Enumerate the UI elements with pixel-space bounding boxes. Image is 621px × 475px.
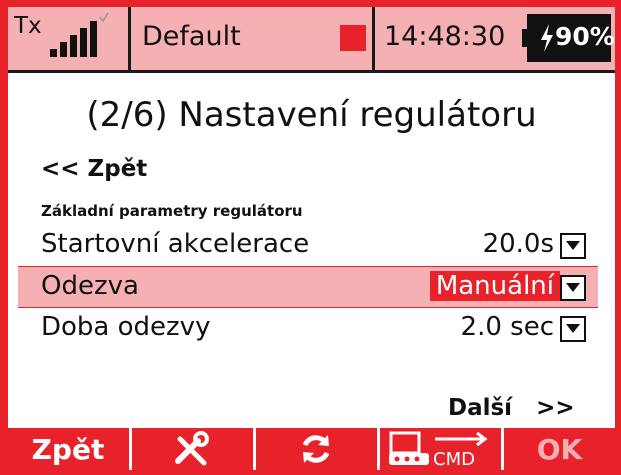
cmd-button[interactable]: CMD [380,428,500,470]
battery-indicator: 90% [527,14,615,62]
battery-charge-icon [541,24,553,52]
model-name[interactable]: Default [142,21,241,52]
setting-value: 2.0 sec [460,312,554,342]
cmd-label: CMD [433,449,475,469]
battery-percent: 90% [555,22,615,51]
setting-value: Manuální [429,271,560,301]
status-square-icon [340,25,366,51]
dropdown-arrow-icon[interactable] [560,233,586,259]
page-title: (2/6) Nastavení regulátoru [86,95,537,135]
refresh-button[interactable] [256,428,376,470]
screen-frame: Tx Default 14:48:30 90% (2/6) Nastavení … [8,7,615,470]
setting-row-response[interactable]: Odezva Manuální [18,266,598,308]
clock-time: 14:48:30 [384,21,506,52]
setting-label: Odezva [41,271,139,301]
setting-row-response-time[interactable]: Doba odezvy 2.0 sec [18,308,598,348]
setting-label: Startovní akcelerace [41,229,310,259]
dropdown-arrow-icon[interactable] [560,275,586,301]
status-separator [128,7,131,70]
back-button-label: Zpět [31,432,105,466]
refresh-icon [302,435,330,463]
section-label: Základní parametry regulátoru [41,202,303,220]
tools-button[interactable] [132,428,252,470]
back-link[interactable]: << Zpět [41,156,147,182]
status-separator [372,7,375,70]
status-bar: Tx Default 14:48:30 90% [8,7,615,73]
setting-value: 20.0s [482,229,554,259]
back-button[interactable]: Zpět [8,428,128,470]
ok-button[interactable]: OK [504,428,615,470]
softkey-bar: Zpět CMD OK [8,428,615,470]
dropdown-arrow-icon[interactable] [560,316,586,342]
tools-icon [175,431,209,466]
next-link[interactable]: Další >> [448,395,575,421]
ok-button-label: OK [536,432,583,466]
setting-label: Doba odezvy [41,312,211,342]
cmd-icon: CMD [389,431,488,469]
setting-row-start-acceleration[interactable]: Startovní akcelerace 20.0s [18,225,598,265]
signal-bars-icon [50,12,109,57]
